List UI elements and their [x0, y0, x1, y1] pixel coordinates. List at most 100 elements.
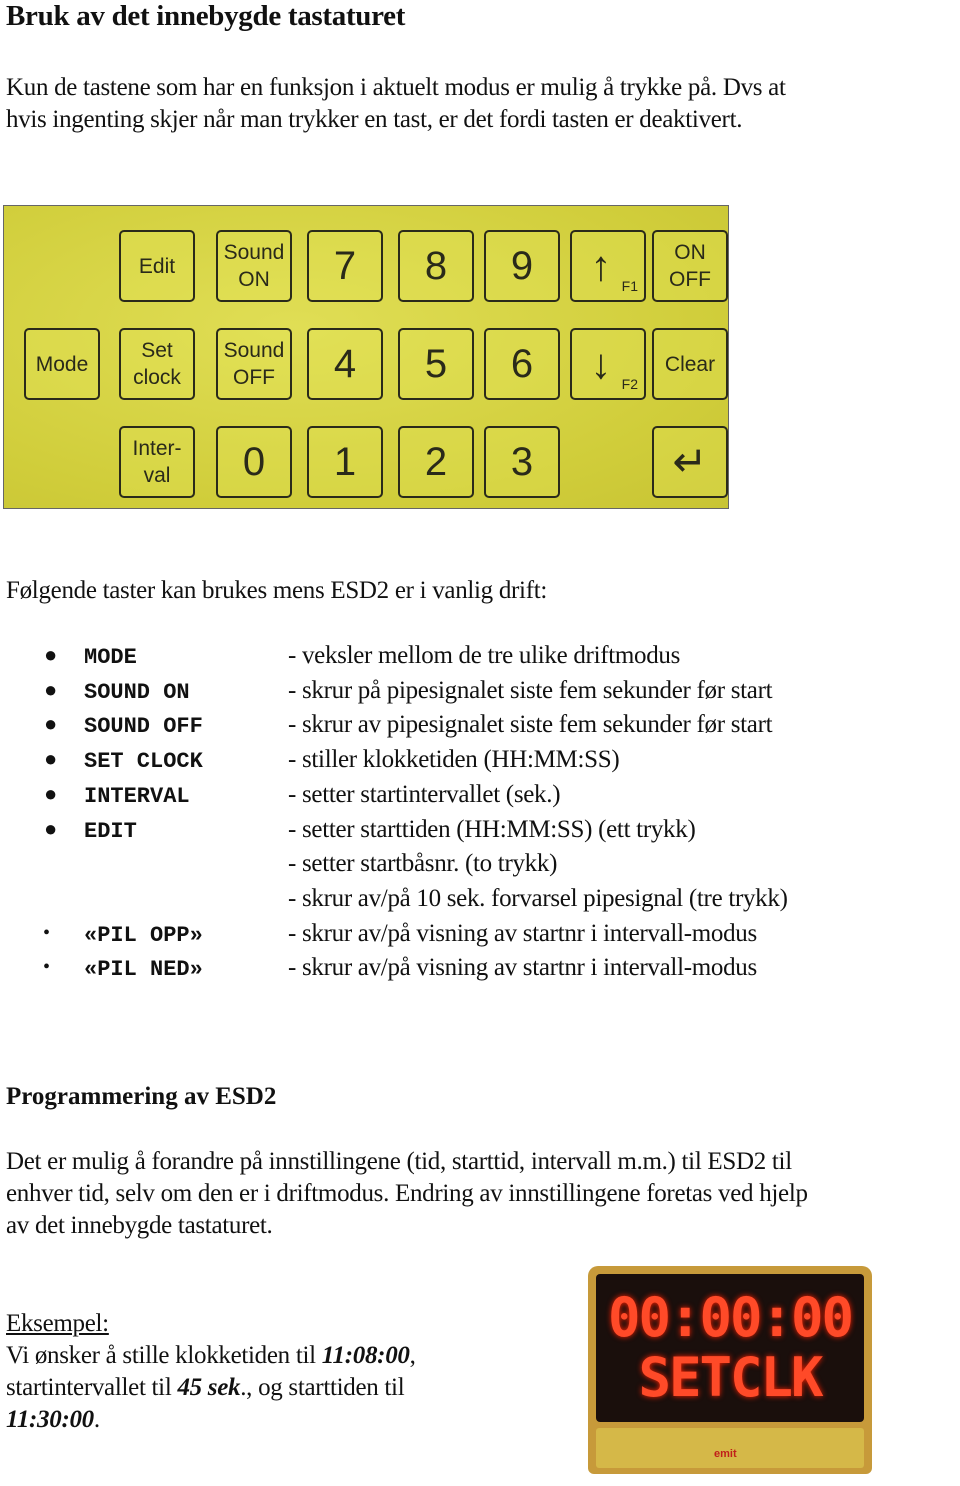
key-label: 1: [333, 439, 357, 484]
key-function-item: ● EDIT - setter starttiden (HH:MM:SS) (ett…: [0, 816, 960, 850]
keypad-photo: Edit Sound ON 7 8 9 ↑ F1 ON OFF Mode Set clock Sound O…: [3, 205, 729, 509]
example-line: Vi ønsker å stille klokketiden til 11:08…: [6, 1340, 416, 1372]
key-sound-on: Sound ON: [216, 230, 292, 302]
key-3: 3: [484, 426, 560, 498]
key-5: 5: [398, 328, 474, 400]
key-label: OFF: [233, 366, 275, 389]
bullet-icon: ●: [44, 642, 58, 667]
key-label: Clear: [664, 352, 716, 376]
key-9: 9: [484, 230, 560, 302]
key-enter: ↵: [652, 426, 728, 498]
enter-icon: ↵: [672, 438, 708, 485]
key-name: «PIL NED»: [84, 957, 203, 983]
example-text: .: [93, 1406, 100, 1433]
bullet-icon: ●: [44, 780, 58, 806]
example-text: startintervallet til: [6, 1374, 178, 1401]
key-4: 4: [307, 328, 383, 400]
example-block: Eksempel: Vi ønsker å stille klokketiden…: [6, 1308, 416, 1436]
key-sound-off: Sound OFF: [216, 328, 292, 400]
key-label: 3: [510, 439, 534, 484]
key-edit: Edit: [119, 230, 195, 302]
led-time: 00:00:00: [607, 1286, 854, 1349]
key-label: Sound: [223, 339, 285, 362]
intro-line: Kun de tastene som har en funksjon i akt…: [6, 74, 786, 101]
key-label: clock: [133, 366, 181, 389]
key-description: - skrur av/på visning av startnr i inter…: [288, 919, 757, 947]
key-arrow-down-f2: ↓ F2: [570, 328, 646, 400]
key-label: 8: [424, 243, 448, 288]
arrow-up-icon: ↑: [590, 242, 612, 289]
key-label: 9: [510, 243, 534, 288]
key-name: MODE: [84, 645, 137, 670]
key-label: 6: [510, 341, 534, 386]
key-label: 5: [424, 341, 448, 386]
key-label: ON: [674, 241, 706, 264]
key-set-clock: Set clock: [119, 328, 195, 400]
page-title: Bruk av det innebygde tastaturet: [6, 0, 406, 32]
key-2: 2: [398, 426, 474, 498]
function-label: F1: [621, 278, 638, 294]
interval-value: 45 sek: [177, 1374, 241, 1401]
led-status: SETCLK: [638, 1346, 823, 1409]
bullet-icon: ●: [44, 746, 58, 772]
programming-paragraph: Det er mulig å forandre på innstillingen…: [6, 1146, 808, 1242]
key-description: - setter startintervallet (sek.): [288, 780, 561, 808]
key-function-item: ● SOUND ON - skrur på pipesignalet siste f…: [0, 677, 960, 711]
example-line: startintervallet til 45 sek., og startti…: [6, 1372, 416, 1404]
key-7: 7: [307, 230, 383, 302]
led-screen: 00:00:00 SETCLK: [596, 1274, 864, 1422]
key-label: 2: [424, 439, 448, 484]
programming-heading: Programmering av ESD2: [6, 1083, 277, 1110]
key-description: - setter starttiden (HH:MM:SS) (ett tryk…: [288, 815, 696, 843]
bullet-icon: •: [43, 956, 51, 979]
bullet-icon: ●: [44, 815, 58, 841]
key-function-item: ● SOUND OFF - skrur av pipesignalet siste …: [0, 711, 960, 745]
example-text: ,: [409, 1342, 416, 1369]
key-function-item: ● INTERVAL - setter startintervallet (sek.…: [0, 781, 960, 815]
start-time-value: 11:30:00: [6, 1406, 94, 1433]
key-on-off: ON OFF: [652, 230, 728, 302]
key-mode: Mode: [24, 328, 100, 400]
key-description: - skrur av/på 10 sek. forvarsel pipesign…: [288, 884, 788, 912]
key-function-list: ● MODE - veksler mellom de tre ulike drift…: [0, 642, 960, 992]
example-text: Vi ønsker å stille klokketiden til: [6, 1342, 322, 1369]
programming-line: Det er mulig å forandre på innstillingen…: [6, 1148, 792, 1175]
programming-line: av det innebygde tastaturet.: [6, 1212, 273, 1239]
key-name: EDIT: [84, 818, 137, 844]
key-6: 6: [484, 328, 560, 400]
bullet-icon: •: [43, 921, 51, 944]
key-description: - stiller klokketiden (HH:MM:SS): [288, 746, 620, 774]
key-name: SOUND OFF: [84, 714, 203, 740]
key-inter-val: Inter-val: [119, 426, 195, 498]
key-description: - skrur av pipesignalet siste fem sekund…: [288, 711, 773, 739]
key-clear: Clear: [652, 328, 728, 400]
key-label: Mode: [35, 352, 89, 376]
key-function-item: - skrur av/på 10 sek. forvarsel pipesign…: [0, 885, 960, 919]
key-0: 0: [216, 426, 292, 498]
key-1: 1: [307, 426, 383, 498]
key-label: Inter-: [132, 437, 182, 460]
example-text: ., og starttiden til: [240, 1374, 405, 1401]
example-line: 11:30:00.: [6, 1404, 416, 1436]
function-label: F2: [621, 376, 638, 392]
key-function-item: ● SET CLOCK - stiller klokketiden (HH:MM:S…: [0, 746, 960, 780]
key-8: 8: [398, 230, 474, 302]
example-label: Eksempel:: [6, 1310, 109, 1337]
key-function-item: • «PIL OPP» - skrur av/på visning av start…: [0, 920, 960, 954]
key-description: - veksler mellom de tre ulike driftmodus: [288, 642, 681, 669]
key-function-item: - setter startbåsnr. (to trykk): [0, 850, 960, 884]
key-function-item: • «PIL NED» - skrur av/på visning av start…: [0, 954, 960, 988]
clock-time-value: 11:08:00: [321, 1342, 410, 1369]
programming-line: enhver tid, selv om den er i driftmodus.…: [6, 1180, 808, 1207]
key-label: ON: [238, 268, 270, 291]
key-function-item: ● MODE - veksler mellom de tre ulike drift…: [0, 642, 960, 676]
intro-paragraph: Kun de tastene som har en funksjon i akt…: [6, 72, 786, 136]
key-name: «PIL OPP»: [84, 922, 203, 948]
arrow-down-icon: ↓: [590, 340, 612, 387]
key-label: Set: [141, 339, 173, 362]
key-label: Sound: [223, 241, 285, 264]
key-label: OFF: [669, 268, 711, 291]
intro-line: hvis ingenting skjer når man trykker en …: [6, 106, 743, 133]
key-description: - skrur på pipesignalet siste fem sekund…: [288, 676, 773, 704]
display-photo: 00:00:00 SETCLK emit: [588, 1266, 872, 1474]
